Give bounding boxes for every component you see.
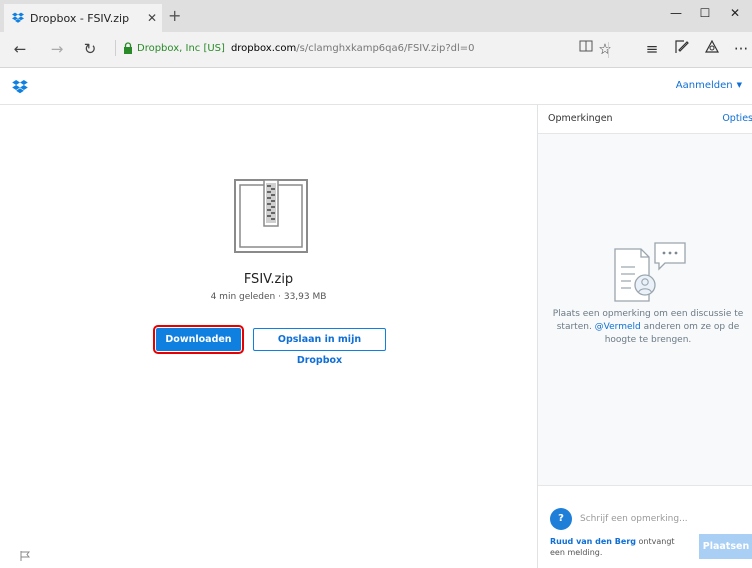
share-icon[interactable] [701,39,723,58]
more-icon[interactable]: ··· [730,40,752,58]
save-to-dropbox-button[interactable]: Opslaan in mijn Dropbox [253,328,386,366]
certificate-label: Dropbox, Inc [US] [137,42,225,54]
zip-file-icon [234,179,308,253]
dropbox-logo-icon[interactable] [12,80,28,94]
comment-composer: ? Ruud van den Berg ontvangt een melding… [538,485,752,568]
back-icon[interactable]: ← [10,40,30,58]
flag-icon[interactable] [20,551,30,561]
chevron-down-icon: ▼ [736,81,742,89]
comments-empty-text: Plaats een opmerking om een discussie te… [550,308,746,347]
comments-header: Opmerkingen Opties [538,105,752,134]
signin-label: Aanmelden [675,80,733,91]
address-bar-row: ← → ↻ Dropbox, Inc [US] dropbox.com /s/c… [0,32,752,68]
comments-options-link[interactable]: Opties [722,113,752,124]
comment-input[interactable] [580,510,745,528]
address-divider [115,40,116,56]
comments-sidebar: Opmerkingen Opties Plaats een opmerking … [537,105,752,568]
site-header: Aanmelden ▼ [0,68,752,105]
signin-menu[interactable]: Aanmelden ▼ [676,80,742,91]
web-note-icon[interactable] [671,40,693,58]
file-name: FSIV.zip [243,272,294,287]
file-meta: 4 min geleden · 33,93 MB [210,292,327,302]
tab-title: Dropbox - FSIV.zip [30,11,130,25]
favorite-star-icon[interactable]: ☆ [594,40,616,58]
browser-tab-bar: Dropbox - FSIV.zip ✕ + — ☐ ✕ [0,0,752,32]
file-preview: FSIV.zip 4 min geleden · 33,93 MB Downlo… [0,105,537,568]
url-path: /s/clamghxkamp6qa6/FSIV.zip?dl=0 [296,42,475,54]
hub-icon[interactable]: ≡ [641,40,663,58]
refresh-icon[interactable]: ↻ [80,40,100,58]
maximize-icon[interactable]: ☐ [690,6,720,20]
lock-icon [124,42,132,54]
close-tab-icon[interactable]: ✕ [142,11,162,25]
comments-illustration-icon [614,242,686,302]
post-comment-button[interactable]: Plaatsen [699,534,752,559]
dropbox-icon [12,12,24,23]
forward-icon[interactable]: → [47,40,67,58]
avatar: ? [550,508,572,530]
browser-tab[interactable]: Dropbox - FSIV.zip ✕ [4,4,162,32]
toolbar-divider [608,42,609,58]
close-window-icon[interactable]: ✕ [720,6,750,20]
address-field[interactable]: Dropbox, Inc [US] dropbox.com /s/clamghx… [115,40,475,56]
minimize-icon[interactable]: — [661,6,691,20]
notify-notice: Ruud van den Berg ontvangt een melding. [550,536,690,558]
new-tab-button[interactable]: + [168,6,181,25]
url-domain: dropbox.com [230,42,297,54]
mention-hint: @Vermeld [594,322,641,332]
notice-user-link[interactable]: Ruud van den Berg [550,537,636,546]
download-button[interactable]: Downloaden [153,325,244,354]
comments-title: Opmerkingen [548,113,613,124]
